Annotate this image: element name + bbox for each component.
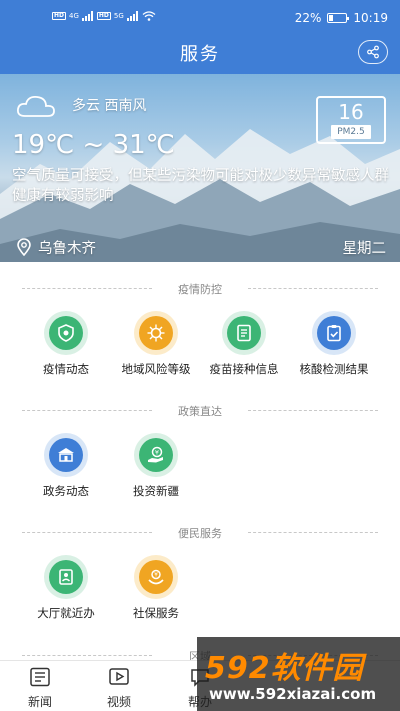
divider [248, 288, 378, 289]
watermark: 592软件园 www.592xiazai.com [197, 637, 400, 711]
service-icon-bg [134, 311, 178, 355]
service-social-security[interactable]: ¥ 社保服务 [110, 555, 202, 621]
service-icon-bg [222, 311, 266, 355]
news-icon [30, 667, 50, 687]
clipboard-check-icon [327, 325, 341, 342]
service-label: 疫苗接种信息 [209, 362, 279, 376]
section-header: 疫情防控 [22, 281, 378, 296]
pm25-badge: 16 PM2.5 [316, 96, 386, 144]
divider [248, 410, 378, 411]
section-header: 政策直达 [22, 403, 378, 418]
virus-icon [147, 324, 165, 342]
svg-text:¥: ¥ [154, 572, 158, 579]
service-icon-bg: ¥ [134, 555, 178, 599]
service-government-news[interactable]: 政务动态 [20, 433, 112, 499]
nav-label: 新闻 [27, 695, 52, 709]
wifi-icon [142, 11, 156, 21]
watermark-logo: 592软件园 [205, 651, 364, 686]
section-title: 政策直达 [178, 405, 222, 418]
signal-group: HD 4G HD 5G [52, 11, 156, 21]
service-vaccine-info[interactable]: 疫苗接种信息 [198, 311, 290, 377]
status-bar: HD 4G HD 5G 22% 10:19 [0, 0, 400, 34]
money-hand-icon: ¥ [148, 446, 163, 463]
service-icon-bg [44, 311, 88, 355]
service-label: 投资新疆 [133, 484, 179, 498]
hall-doc-icon [59, 569, 73, 585]
signal-type-label: 5G [113, 12, 124, 20]
location-pin-icon [17, 238, 31, 256]
cloud-icon [16, 95, 55, 117]
signal-type-label: 4G [69, 12, 79, 20]
hd-badge: HD [52, 12, 67, 20]
air-quality-text: 空气质量可接受，但某些污染物可能对极少数异常敏感人群健康有较弱影响 [12, 168, 389, 204]
divider [248, 532, 378, 533]
service-nearby-hall[interactable]: 大厅就近办 [20, 555, 112, 621]
location-name[interactable]: 乌鲁木齐 [38, 237, 96, 258]
service-icon-bg [44, 555, 88, 599]
temperature-range: 19℃ ~ 31℃ [12, 130, 175, 160]
service-label: 大厅就近办 [37, 606, 95, 620]
status-right: 22% 10:19 [295, 11, 388, 25]
service-invest-xinjiang[interactable]: ¥ 投资新疆 [110, 433, 202, 499]
service-label: 核酸检测结果 [299, 362, 369, 376]
battery-percent: 22% [294, 11, 322, 25]
page-title: 服务 [180, 44, 220, 65]
pm25-label: PM2.5 [331, 125, 371, 139]
government-icon [58, 448, 74, 462]
section-header: 便民服务 [22, 525, 378, 540]
list-doc-icon [237, 324, 251, 342]
nav-item-video[interactable]: 视频 [89, 667, 149, 710]
service-nucleic-test[interactable]: 核酸检测结果 [288, 311, 380, 377]
share-icon [367, 45, 379, 59]
nav-label: 视频 [106, 695, 131, 709]
hd-badge: HD [96, 12, 111, 20]
weather-card[interactable]: 多云 西南风 19℃ ~ 31℃ 空气质量可接受，但某些污染物可能对极少数异常敏… [0, 74, 400, 262]
service-icon-bg [312, 311, 356, 355]
nav-item-news[interactable]: 新闻 [10, 667, 70, 710]
share-button[interactable] [358, 40, 388, 64]
service-label: 疫情动态 [43, 362, 89, 376]
shield-virus-icon [58, 324, 74, 342]
battery-icon [327, 13, 350, 23]
section-title: 便民服务 [178, 527, 222, 540]
service-label: 社保服务 [133, 606, 179, 620]
service-risk-level[interactable]: 地域风险等级 [110, 311, 202, 377]
signal-icon [126, 11, 138, 21]
clock: 10:19 [353, 11, 388, 25]
social-security-icon: ¥ [148, 569, 164, 585]
video-icon [109, 668, 129, 685]
watermark-url: www.592xiazai.com [209, 685, 377, 703]
section-title: 疫情防控 [178, 283, 222, 296]
service-icon-bg: ¥ [134, 433, 178, 477]
pm25-value: 16 [338, 100, 364, 124]
weather-condition: 多云 西南风 [72, 98, 147, 114]
service-label: 地域风险等级 [121, 362, 191, 376]
weekday: 星期二 [342, 241, 387, 257]
service-epidemic-news[interactable]: 疫情动态 [20, 311, 112, 377]
service-icon-bg [44, 433, 88, 477]
battery-level [329, 15, 333, 21]
service-label: 政务动态 [43, 484, 89, 498]
svg-text:¥: ¥ [155, 448, 159, 456]
signal-icon [81, 11, 93, 21]
